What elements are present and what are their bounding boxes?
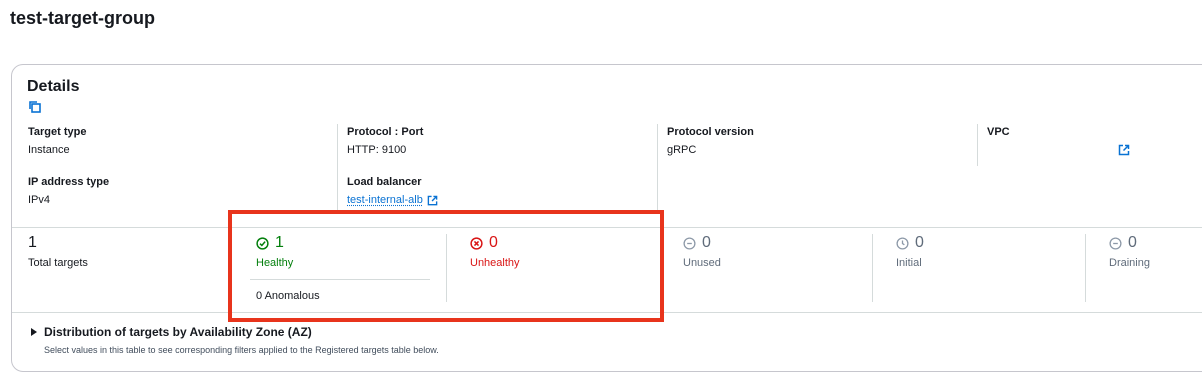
clock-icon	[896, 236, 909, 250]
draining-count[interactable]: 0	[1109, 234, 1137, 252]
total-targets-count[interactable]: 1	[28, 234, 37, 252]
protocol-version-value: gRPC	[667, 144, 697, 156]
divider	[872, 234, 873, 302]
protocol-port-label: Protocol : Port	[347, 126, 424, 138]
load-balancer-link-text[interactable]: test-internal-alb	[347, 194, 423, 206]
load-balancer-link[interactable]: test-internal-alb	[347, 194, 438, 206]
ip-address-type-label: IP address type	[28, 176, 110, 188]
target-type-label: Target type	[28, 126, 87, 138]
draining-number[interactable]: 0	[1128, 234, 1137, 252]
load-balancer-label: Load balancer	[347, 176, 422, 188]
initial-label: Initial	[896, 257, 922, 269]
details-heading: Details	[27, 78, 80, 95]
divider	[1085, 234, 1086, 302]
ip-address-type-value: IPv4	[28, 194, 51, 206]
distribution-title[interactable]: Distribution of targets by Availability …	[44, 325, 312, 339]
total-targets-number[interactable]: 1	[28, 234, 37, 252]
unused-number[interactable]: 0	[702, 234, 711, 252]
highlight-annotation-box	[228, 210, 664, 322]
initial-count[interactable]: 0	[896, 234, 924, 252]
copy-icon[interactable]	[28, 100, 42, 114]
distribution-toggle[interactable]: Distribution of targets by Availability …	[30, 325, 312, 339]
protocol-port-value: HTTP: 9100	[347, 144, 407, 156]
protocol-version-label: Protocol version	[667, 126, 754, 138]
divider	[977, 124, 978, 166]
target-type-value: Instance	[28, 144, 70, 156]
draining-label: Draining	[1109, 257, 1150, 269]
caret-right-icon	[31, 328, 37, 336]
initial-number[interactable]: 0	[915, 234, 924, 252]
divider	[657, 124, 658, 210]
total-targets-label: Total targets	[28, 257, 88, 269]
unused-count[interactable]: 0	[683, 234, 711, 252]
distribution-description: Select values in this table to see corre…	[44, 345, 439, 355]
external-link-icon[interactable]	[427, 195, 438, 206]
vpc-label: VPC	[987, 126, 1010, 138]
minus-circle-icon	[683, 236, 696, 250]
external-link-icon[interactable]	[1118, 144, 1130, 156]
unused-label: Unused	[683, 257, 721, 269]
divider	[337, 124, 338, 210]
page-title: test-target-group	[10, 8, 155, 28]
draining-icon	[1109, 236, 1122, 250]
